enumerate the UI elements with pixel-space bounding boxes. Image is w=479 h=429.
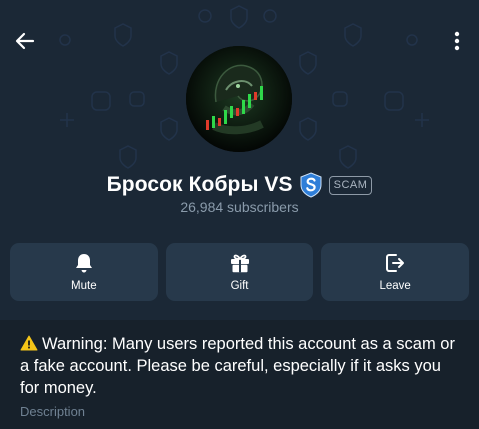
info-section: Warning: Many users reported this accoun…: [0, 320, 479, 429]
scam-badge: SCAM: [328, 175, 373, 195]
warning-text: Warning: Many users reported this accoun…: [20, 335, 455, 397]
leave-icon: [384, 252, 406, 274]
shield-s-icon: [299, 172, 323, 198]
gift-label: Gift: [230, 280, 249, 292]
title-row: Бросок Кобры VS SCAM: [0, 170, 479, 200]
action-buttons: Mute Gift Leave: [10, 243, 470, 301]
profile-header: Бросок Кобры VS SCAM 26,984 subscribers …: [0, 0, 479, 320]
cobra-chart-image: [186, 46, 292, 152]
channel-avatar[interactable]: [186, 46, 292, 152]
bell-icon: [73, 252, 95, 274]
mute-label: Mute: [71, 280, 97, 292]
description-label: Description: [20, 404, 86, 419]
leave-button[interactable]: Leave: [321, 243, 470, 301]
warning-icon: [20, 335, 38, 351]
scam-warning: Warning: Many users reported this accoun…: [20, 333, 459, 399]
more-vertical-icon: [454, 31, 460, 51]
mute-button[interactable]: Mute: [10, 243, 158, 301]
gift-icon: [229, 252, 251, 274]
more-menu-button[interactable]: [442, 26, 472, 56]
subscriber-count: 26,984 subscribers: [180, 199, 299, 215]
back-button[interactable]: [10, 26, 40, 56]
arrow-left-icon: [15, 32, 35, 50]
channel-title: Бросок Кобры VS: [106, 173, 293, 196]
gift-button[interactable]: Gift: [165, 243, 314, 301]
leave-label: Leave: [379, 280, 411, 292]
